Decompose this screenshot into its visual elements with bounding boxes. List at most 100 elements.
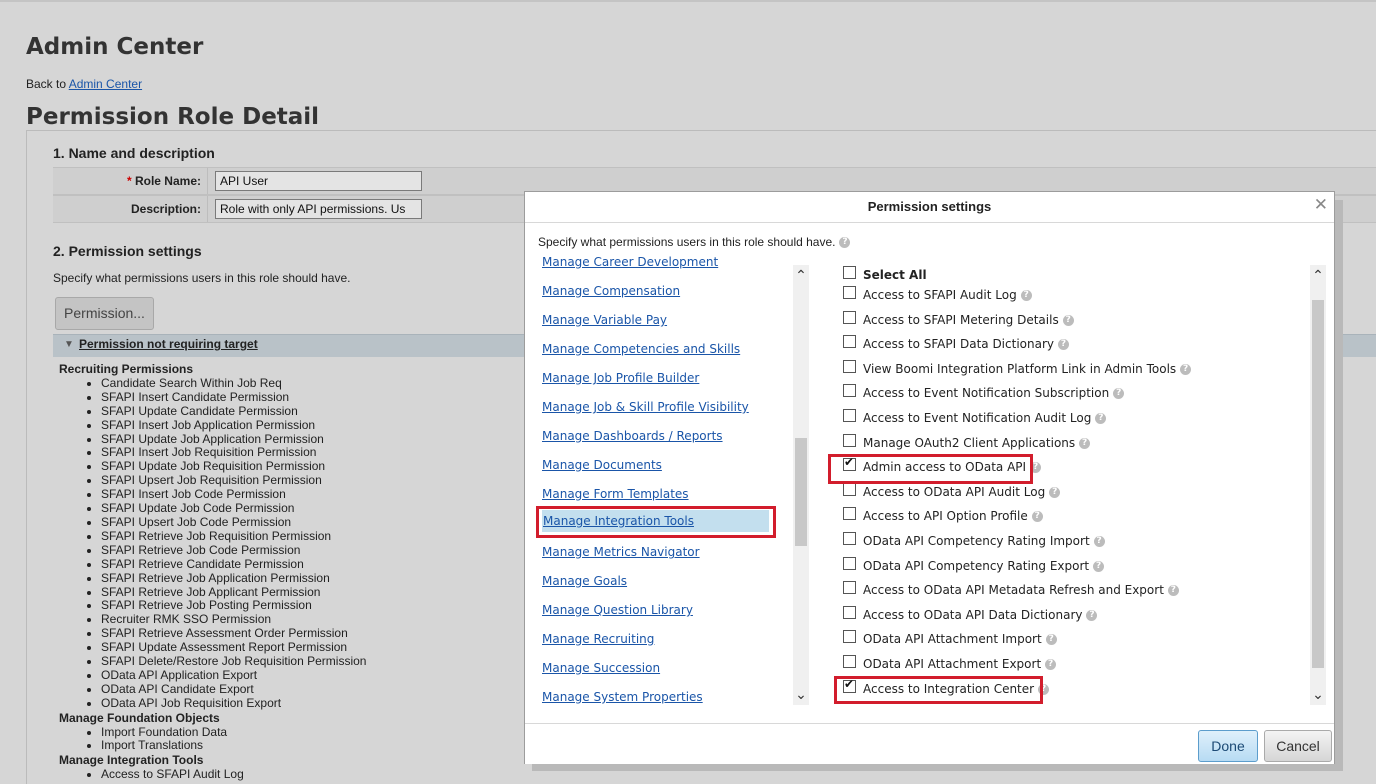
permission-checkbox[interactable] bbox=[843, 630, 856, 644]
chevron-up-icon[interactable]: ⌃ bbox=[1310, 267, 1326, 284]
chevron-down-icon[interactable]: ⌄ bbox=[1310, 686, 1326, 703]
permission-checkbox[interactable] bbox=[843, 532, 856, 545]
permission-list-item: SFAPI Delete/Restore Job Requisition Per… bbox=[101, 654, 366, 669]
required-mark: * bbox=[126, 174, 132, 188]
category-link[interactable]: Manage Dashboards / Reports bbox=[542, 429, 723, 443]
category-link[interactable]: Manage Job & Skill Profile Visibility bbox=[542, 400, 749, 414]
permission-checkbox[interactable] bbox=[843, 605, 856, 619]
permission-checkbox[interactable] bbox=[843, 359, 856, 373]
permission-scroll-thumb[interactable] bbox=[1312, 300, 1324, 668]
permission-checkbox[interactable] bbox=[843, 507, 856, 521]
permission-list-item: SFAPI Insert Job Code Permission bbox=[101, 487, 366, 502]
permission-list-item: SFAPI Upsert Job Code Permission bbox=[101, 515, 366, 530]
permission-list-item: SFAPI Insert Candidate Permission bbox=[101, 390, 366, 405]
permission-checkbox-row[interactable]: OData API Competency Rating Import? bbox=[843, 532, 1105, 548]
category-link[interactable]: Manage Competencies and Skills bbox=[542, 342, 740, 356]
category-link[interactable]: Manage System Properties bbox=[542, 690, 703, 704]
category-link[interactable]: Manage Compensation bbox=[542, 284, 680, 298]
cancel-button[interactable]: Cancel bbox=[1264, 730, 1332, 762]
permission-group-title: Recruiting Permissions bbox=[59, 362, 194, 376]
permission-checkbox-row[interactable]: Access to API Option Profile? bbox=[843, 507, 1043, 523]
description-label: Description: bbox=[130, 202, 201, 216]
permission-checkbox[interactable] bbox=[843, 482, 856, 496]
help-icon[interactable]: ? bbox=[1095, 413, 1107, 424]
permission-checkbox[interactable] bbox=[843, 556, 856, 570]
selected-category-highlight bbox=[536, 506, 776, 538]
row-divider bbox=[207, 168, 208, 194]
permission-checkbox-row[interactable]: Access to OData API Metadata Refresh and… bbox=[843, 581, 1179, 597]
chevron-down-icon[interactable]: ⌄ bbox=[793, 686, 809, 703]
permission-group-title: Manage Foundation Objects bbox=[59, 710, 220, 725]
category-list: Manage Career Development Manage Compensa… bbox=[538, 254, 809, 706]
permission-checkbox-row[interactable]: OData API Competency Rating Export? bbox=[843, 556, 1105, 573]
permission-checkbox[interactable] bbox=[843, 433, 856, 447]
category-link[interactable]: Manage Metrics Navigator bbox=[542, 545, 700, 559]
category-link[interactable]: Manage Question Library bbox=[542, 603, 693, 617]
select-all-row[interactable]: Select All bbox=[843, 266, 927, 282]
help-icon[interactable]: ? bbox=[1062, 314, 1074, 326]
select-all-checkbox[interactable] bbox=[843, 266, 856, 279]
help-icon[interactable]: ? bbox=[1045, 634, 1057, 646]
help-icon[interactable]: ? bbox=[1086, 609, 1098, 621]
permission-checkbox[interactable] bbox=[843, 335, 856, 349]
help-icon[interactable]: ? bbox=[1045, 659, 1057, 670]
permission-checkbox-row[interactable]: Access to SFAPI Metering Details? bbox=[843, 310, 1074, 327]
admin-center-link[interactable]: Admin Center bbox=[69, 77, 142, 91]
category-link[interactable]: Manage Career Development bbox=[542, 255, 718, 269]
permission-checkbox[interactable] bbox=[843, 310, 856, 324]
category-scrollbar[interactable]: ⌃ ⌄ bbox=[793, 265, 809, 705]
permission-checkbox-row[interactable]: OData API Attachment Import? bbox=[843, 630, 1057, 647]
permission-checkbox-row[interactable]: Access to SFAPI Audit Log? bbox=[843, 286, 1032, 302]
help-icon[interactable]: ? bbox=[1093, 536, 1105, 547]
permission-checkbox-row[interactable]: Access to Event Notification Subscriptio… bbox=[843, 384, 1125, 400]
permission-checkbox-label: Access to OData API Data Dictionary bbox=[863, 607, 1083, 622]
category-link[interactable]: Manage Succession bbox=[542, 661, 660, 675]
permission-scrollbar[interactable]: ⌃ ⌄ bbox=[1310, 265, 1326, 705]
permission-list-item: SFAPI Retrieve Job Requisition Permissio… bbox=[101, 529, 366, 544]
help-icon[interactable]: ? bbox=[1031, 511, 1043, 523]
permission-list-item: SFAPI Update Candidate Permission bbox=[101, 404, 366, 419]
permission-checkbox-row[interactable]: Manage OAuth2 Client Applications? bbox=[843, 433, 1091, 450]
help-icon[interactable]: ? bbox=[1049, 486, 1061, 498]
permission-button[interactable]: Permission... bbox=[55, 297, 154, 330]
admin-center-title: Admin Center bbox=[26, 34, 204, 60]
permission-checkbox[interactable] bbox=[843, 581, 856, 595]
permission-not-requiring-target-label[interactable]: Permission not requiring target bbox=[79, 337, 258, 351]
permission-checkbox-row[interactable]: View Boomi Integration Platform Link in … bbox=[843, 359, 1192, 376]
permission-checkbox[interactable] bbox=[843, 384, 856, 398]
category-link[interactable]: Manage Documents bbox=[542, 458, 662, 472]
category-scroll-thumb[interactable] bbox=[795, 438, 807, 546]
permission-checkbox-row[interactable]: Access to OData API Data Dictionary? bbox=[843, 605, 1098, 622]
permission-checkbox-row[interactable]: OData API Attachment Export? bbox=[843, 655, 1057, 671]
permission-checkbox-row[interactable]: Access to OData API Audit Log? bbox=[843, 482, 1061, 499]
category-link[interactable]: Manage Variable Pay bbox=[542, 313, 667, 327]
category-link[interactable]: Manage Job Profile Builder bbox=[542, 371, 699, 385]
help-icon[interactable]: ? bbox=[839, 237, 851, 249]
help-icon[interactable]: ? bbox=[1020, 290, 1032, 301]
help-icon[interactable]: ? bbox=[1180, 363, 1192, 375]
done-button[interactable]: Done bbox=[1198, 730, 1258, 762]
description-input[interactable]: Role with only API permissions. Us bbox=[215, 199, 422, 219]
help-icon[interactable]: ? bbox=[1079, 437, 1091, 449]
dialog-title: Permission settings bbox=[867, 199, 992, 214]
chevron-up-icon[interactable]: ⌃ bbox=[793, 267, 809, 284]
category-link[interactable]: Manage Recruiting bbox=[542, 632, 654, 646]
role-name-input[interactable]: API User bbox=[215, 171, 422, 191]
permission-checkbox-label: OData API Attachment Import bbox=[863, 632, 1042, 647]
permission-checkbox-row[interactable]: Access to Event Notification Audit Log? bbox=[843, 409, 1107, 425]
permission-settings-dialog: Permission settings ✕ Specify what permi… bbox=[524, 191, 1335, 764]
help-icon[interactable]: ? bbox=[1058, 339, 1069, 351]
dialog-header: Permission settings ✕ bbox=[525, 192, 1334, 223]
permission-checkbox[interactable] bbox=[843, 409, 856, 422]
permission-checkbox-row[interactable]: Access to SFAPI Data Dictionary? bbox=[843, 335, 1069, 351]
close-icon[interactable]: ✕ bbox=[1314, 195, 1328, 215]
help-icon[interactable]: ? bbox=[1093, 560, 1105, 572]
category-link[interactable]: Manage Form Templates bbox=[542, 487, 689, 501]
dialog-description: Specify what permissions users in this r… bbox=[538, 235, 851, 249]
permission-checkbox-label: Access to SFAPI Audit Log bbox=[863, 288, 1017, 302]
help-icon[interactable]: ? bbox=[1113, 388, 1125, 400]
permission-checkbox[interactable] bbox=[843, 655, 856, 668]
help-icon[interactable]: ? bbox=[1167, 585, 1179, 597]
category-link[interactable]: Manage Goals bbox=[542, 574, 627, 588]
permission-checkbox[interactable] bbox=[843, 286, 856, 299]
